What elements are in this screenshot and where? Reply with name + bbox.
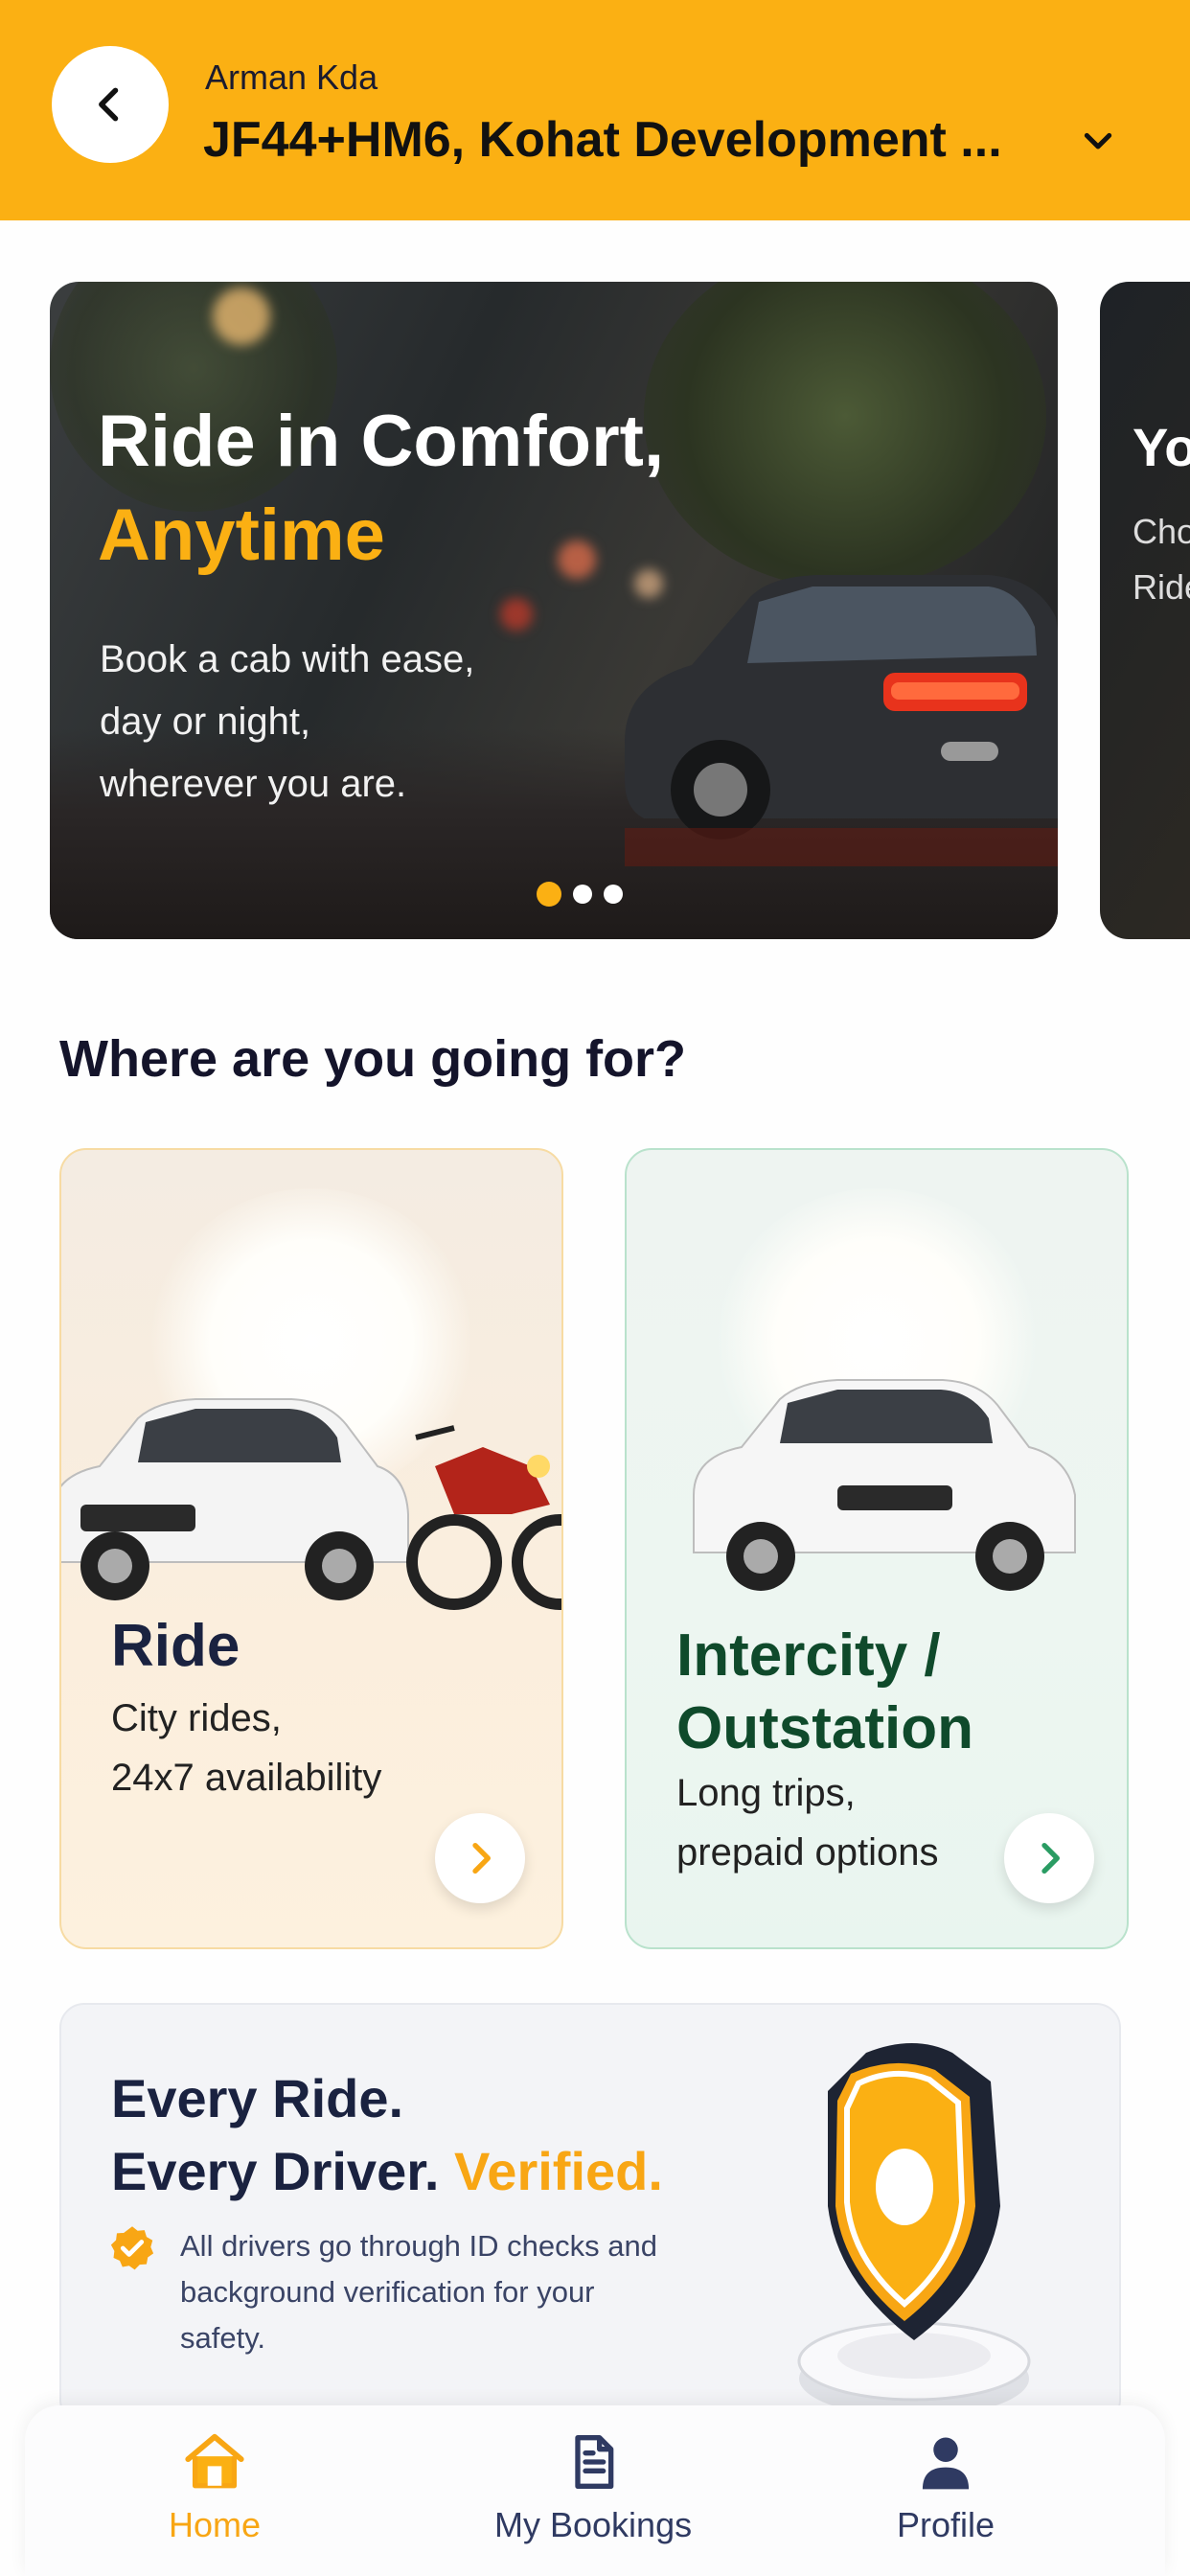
nav-home[interactable]: Home: [169, 2428, 261, 2545]
promo-carousel[interactable]: Ride in Comfort, Anytime Book a cab with…: [0, 282, 1190, 943]
promo-slide2-subtitle: Cho Ride: [1133, 504, 1190, 615]
user-name: Arman Kda: [205, 58, 378, 97]
chevron-down-icon: [1084, 132, 1112, 150]
chevron-right-icon: [1041, 1843, 1060, 1874]
ride-card-desc-line: City rides,: [111, 1697, 282, 1739]
verified-title-prefix: Every Driver.: [111, 2141, 455, 2201]
nav-profile-label: Profile: [897, 2505, 995, 2544]
document-icon: [575, 2435, 614, 2489]
nav-profile[interactable]: Profile: [897, 2428, 995, 2545]
promo-slide2-subtitle-line: Ride: [1133, 567, 1190, 607]
intercity-title-line: Outstation: [676, 1695, 973, 1761]
carousel-pagination: [537, 882, 623, 907]
promo-title-accent: Anytime: [98, 494, 385, 576]
section-heading: Where are you going for?: [59, 1030, 687, 1088]
ride-card[interactable]: Ride City rides, 24x7 availability: [59, 1148, 563, 1949]
chevron-left-icon: [99, 87, 119, 122]
verified-title-line: Every Ride.: [111, 2068, 404, 2128]
bottom-navigation: Home My Bookings Profile: [25, 2405, 1165, 2576]
location-address[interactable]: JF44+HM6, Kohat Development ...: [203, 111, 1002, 169]
ride-card-arrow-button[interactable]: [435, 1813, 525, 1903]
intercity-card-arrow-button[interactable]: [1004, 1813, 1094, 1903]
promo-slide2-title: Yo: [1133, 417, 1190, 477]
verified-description: All drivers go through ID checks and bac…: [180, 2229, 657, 2355]
promo-subtitle: Book a cab with ease, day or night, wher…: [100, 629, 540, 816]
intercity-car-image: [693, 1379, 1076, 1591]
chevron-right-icon: [472, 1843, 491, 1874]
intercity-card-title: Intercity / Outstation: [676, 1620, 973, 1765]
ride-vehicles-image: [61, 1398, 561, 1610]
intercity-title-line: Intercity /: [676, 1622, 941, 1689]
nav-my-bookings-label: My Bookings: [494, 2505, 693, 2544]
intercity-card-desc-line: Long trips,: [676, 1772, 856, 1814]
location-dropdown-button[interactable]: [1077, 121, 1119, 163]
app-header: Arman Kda JF44+HM6, Kohat Development ..…: [0, 0, 1190, 220]
back-button[interactable]: [52, 46, 169, 163]
home-icon: [185, 2433, 244, 2489]
verified-drivers-banner: Every Ride. Every Driver. Verified. All …: [59, 2003, 1121, 2425]
intercity-card-description: Long trips, prepaid options: [676, 1763, 939, 1882]
shield-icon: [797, 2043, 1031, 2417]
carousel-dot-active[interactable]: [537, 882, 561, 907]
verified-title: Every Ride. Every Driver. Verified.: [111, 2062, 663, 2208]
promo-slide-2[interactable]: Yo Cho Ride: [1100, 282, 1190, 939]
nav-home-label: Home: [169, 2505, 262, 2544]
carousel-dot[interactable]: [573, 885, 592, 904]
promo-slide-1[interactable]: Ride in Comfort, Anytime Book a cab with…: [50, 282, 1058, 939]
nav-my-bookings[interactable]: My Bookings: [494, 2428, 692, 2545]
verified-title-line: Every Driver. Verified.: [111, 2135, 663, 2208]
street-light: [213, 288, 270, 345]
badge-check-icon: [110, 2226, 154, 2270]
intercity-card-desc-line: prepaid options: [676, 1831, 939, 1874]
verified-title-accent: Verified.: [454, 2141, 663, 2201]
carousel-dot[interactable]: [604, 885, 623, 904]
promo-subtitle-line: wherever you are.: [100, 763, 407, 805]
promo-subtitle-line: day or night,: [100, 701, 311, 743]
ride-card-description: City rides, 24x7 availability: [111, 1689, 381, 1807]
ride-card-desc-line: 24x7 availability: [111, 1757, 382, 1799]
promo-subtitle-line: Book a cab with ease,: [100, 638, 475, 680]
bokeh-light: [500, 598, 533, 631]
promo-slide2-subtitle-line: Cho: [1133, 512, 1190, 551]
promo-title-line: Ride in Comfort,: [98, 401, 665, 482]
user-icon: [922, 2437, 970, 2490]
ride-card-title: Ride: [111, 1613, 240, 1679]
intercity-card[interactable]: Intercity / Outstation Long trips, prepa…: [625, 1148, 1129, 1949]
promo-title: Ride in Comfort, Anytime: [98, 395, 664, 583]
